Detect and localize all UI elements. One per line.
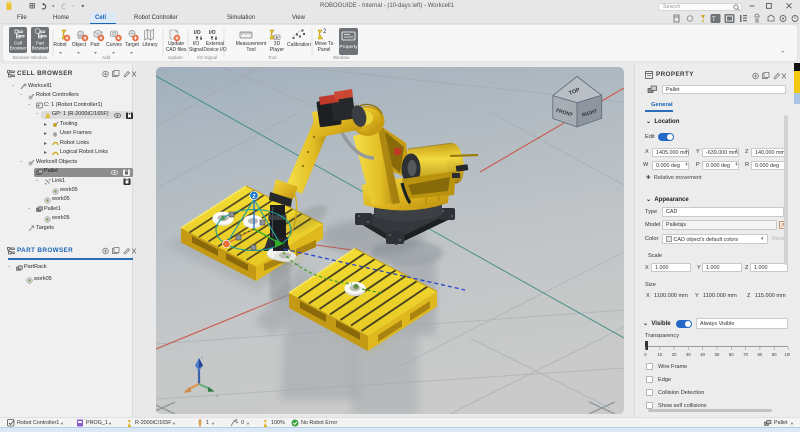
svg-text:0: 0 (644, 352, 647, 357)
svg-text:40: 40 (700, 352, 705, 357)
svg-text:I/O: I/O (194, 30, 201, 36)
svg-text:80: 80 (758, 352, 763, 357)
svg-text:Z: Z (252, 194, 255, 200)
svg-text:30: 30 (686, 352, 691, 357)
svg-text:50: 50 (715, 352, 720, 357)
svg-text:90: 90 (772, 352, 777, 357)
svg-text:T: T (712, 17, 716, 23)
svg-text:10: 10 (657, 352, 662, 357)
svg-text:60: 60 (729, 352, 734, 357)
svg-text:Browser: Browser (10, 46, 27, 51)
svg-text:I/O: I/O (209, 30, 216, 36)
svg-text:20: 20 (672, 352, 677, 357)
svg-text:2: 2 (323, 29, 327, 35)
svg-text:70: 70 (743, 352, 748, 357)
svg-text:Browser: Browser (32, 46, 49, 51)
svg-text:Property: Property (339, 44, 358, 50)
